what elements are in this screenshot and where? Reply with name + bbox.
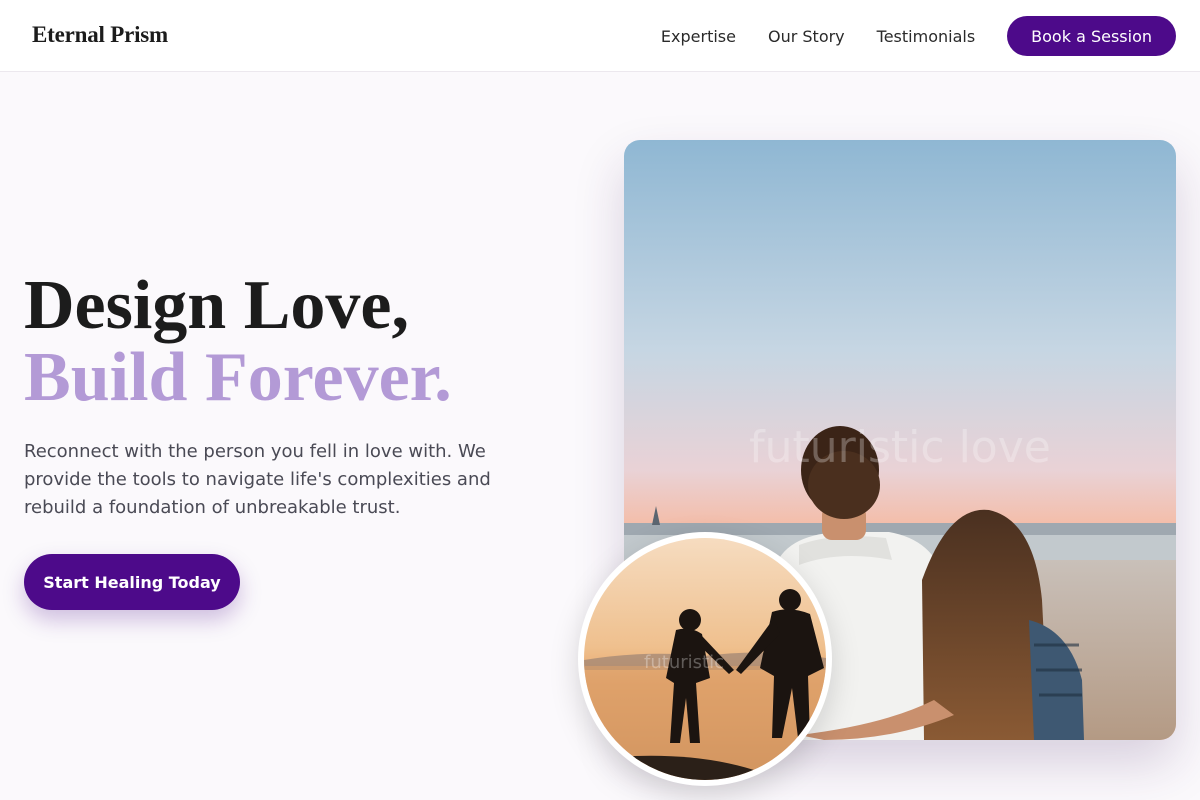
top-navigation: Eternal Prism Expertise Our Story Testim… [0, 0, 1200, 72]
brand-logo[interactable]: Eternal Prism [32, 22, 168, 48]
nav-link-testimonials[interactable]: Testimonials [877, 27, 976, 46]
hero-title-line1: Design Love, [24, 267, 409, 344]
hero-title: Design Love, Build Forever. [24, 270, 452, 414]
nav-link-expertise[interactable]: Expertise [661, 27, 736, 46]
couple-sunset-image: futuristic [584, 538, 826, 780]
start-healing-button[interactable]: Start Healing Today [24, 554, 240, 610]
inset-image-watermark: futuristic [644, 652, 724, 673]
nav-link-our-story[interactable]: Our Story [768, 27, 845, 46]
inset-photo-frame: futuristic [584, 538, 826, 780]
book-session-button[interactable]: Book a Session [1007, 16, 1176, 56]
hero-subtitle: Reconnect with the person you fell in lo… [24, 441, 491, 518]
nav-links: Expertise Our Story Testimonials Book a … [661, 16, 1176, 56]
inset-circle-photo: futuristic [578, 532, 832, 786]
hero-title-line2: Build Forever. [24, 339, 452, 416]
main-image-watermark: futuristic love [749, 422, 1051, 473]
